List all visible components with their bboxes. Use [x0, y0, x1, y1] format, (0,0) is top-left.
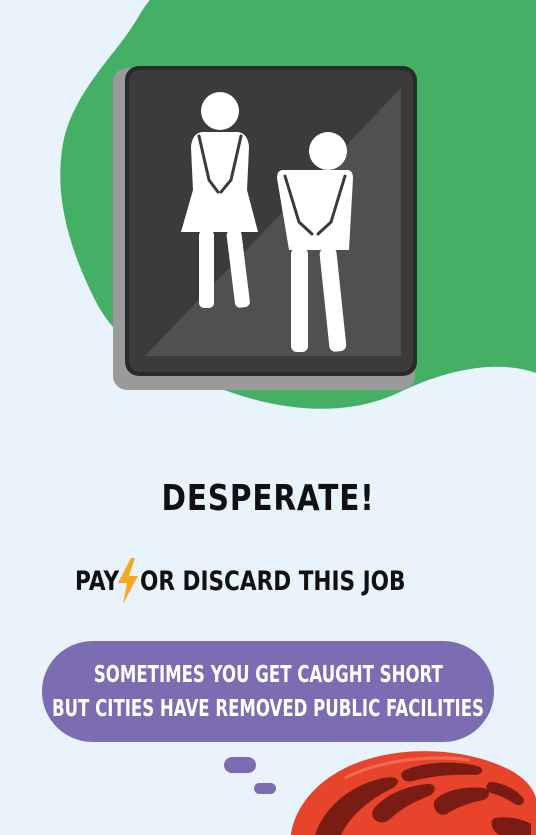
flavor-line-1: SOMETIMES YOU GET CAUGHT SHORT	[93, 661, 443, 688]
bike-helmet-icon	[291, 751, 536, 835]
thought-dot-small	[254, 783, 276, 794]
flavor-line-2: BUT CITIES HAVE REMOVED PUBLIC FACILITIE…	[52, 695, 484, 722]
lightning-bolt-icon	[117, 558, 138, 604]
restroom-sign-icon	[113, 66, 417, 390]
cost-row: PAY OR DISCARD THIS JOB	[0, 558, 536, 604]
discard-label: OR DISCARD THIS JOB	[139, 565, 406, 597]
flavor-thought-bubble: SOMETIMES YOU GET CAUGHT SHORT BUT CITIE…	[42, 641, 494, 742]
pay-label: PAY	[75, 565, 120, 597]
card-title: DESPERATE!	[161, 478, 375, 519]
thought-dot-large	[224, 757, 256, 773]
job-card[interactable]: DESPERATE! PAY OR DISCARD THIS JOB SOMET…	[0, 0, 536, 835]
